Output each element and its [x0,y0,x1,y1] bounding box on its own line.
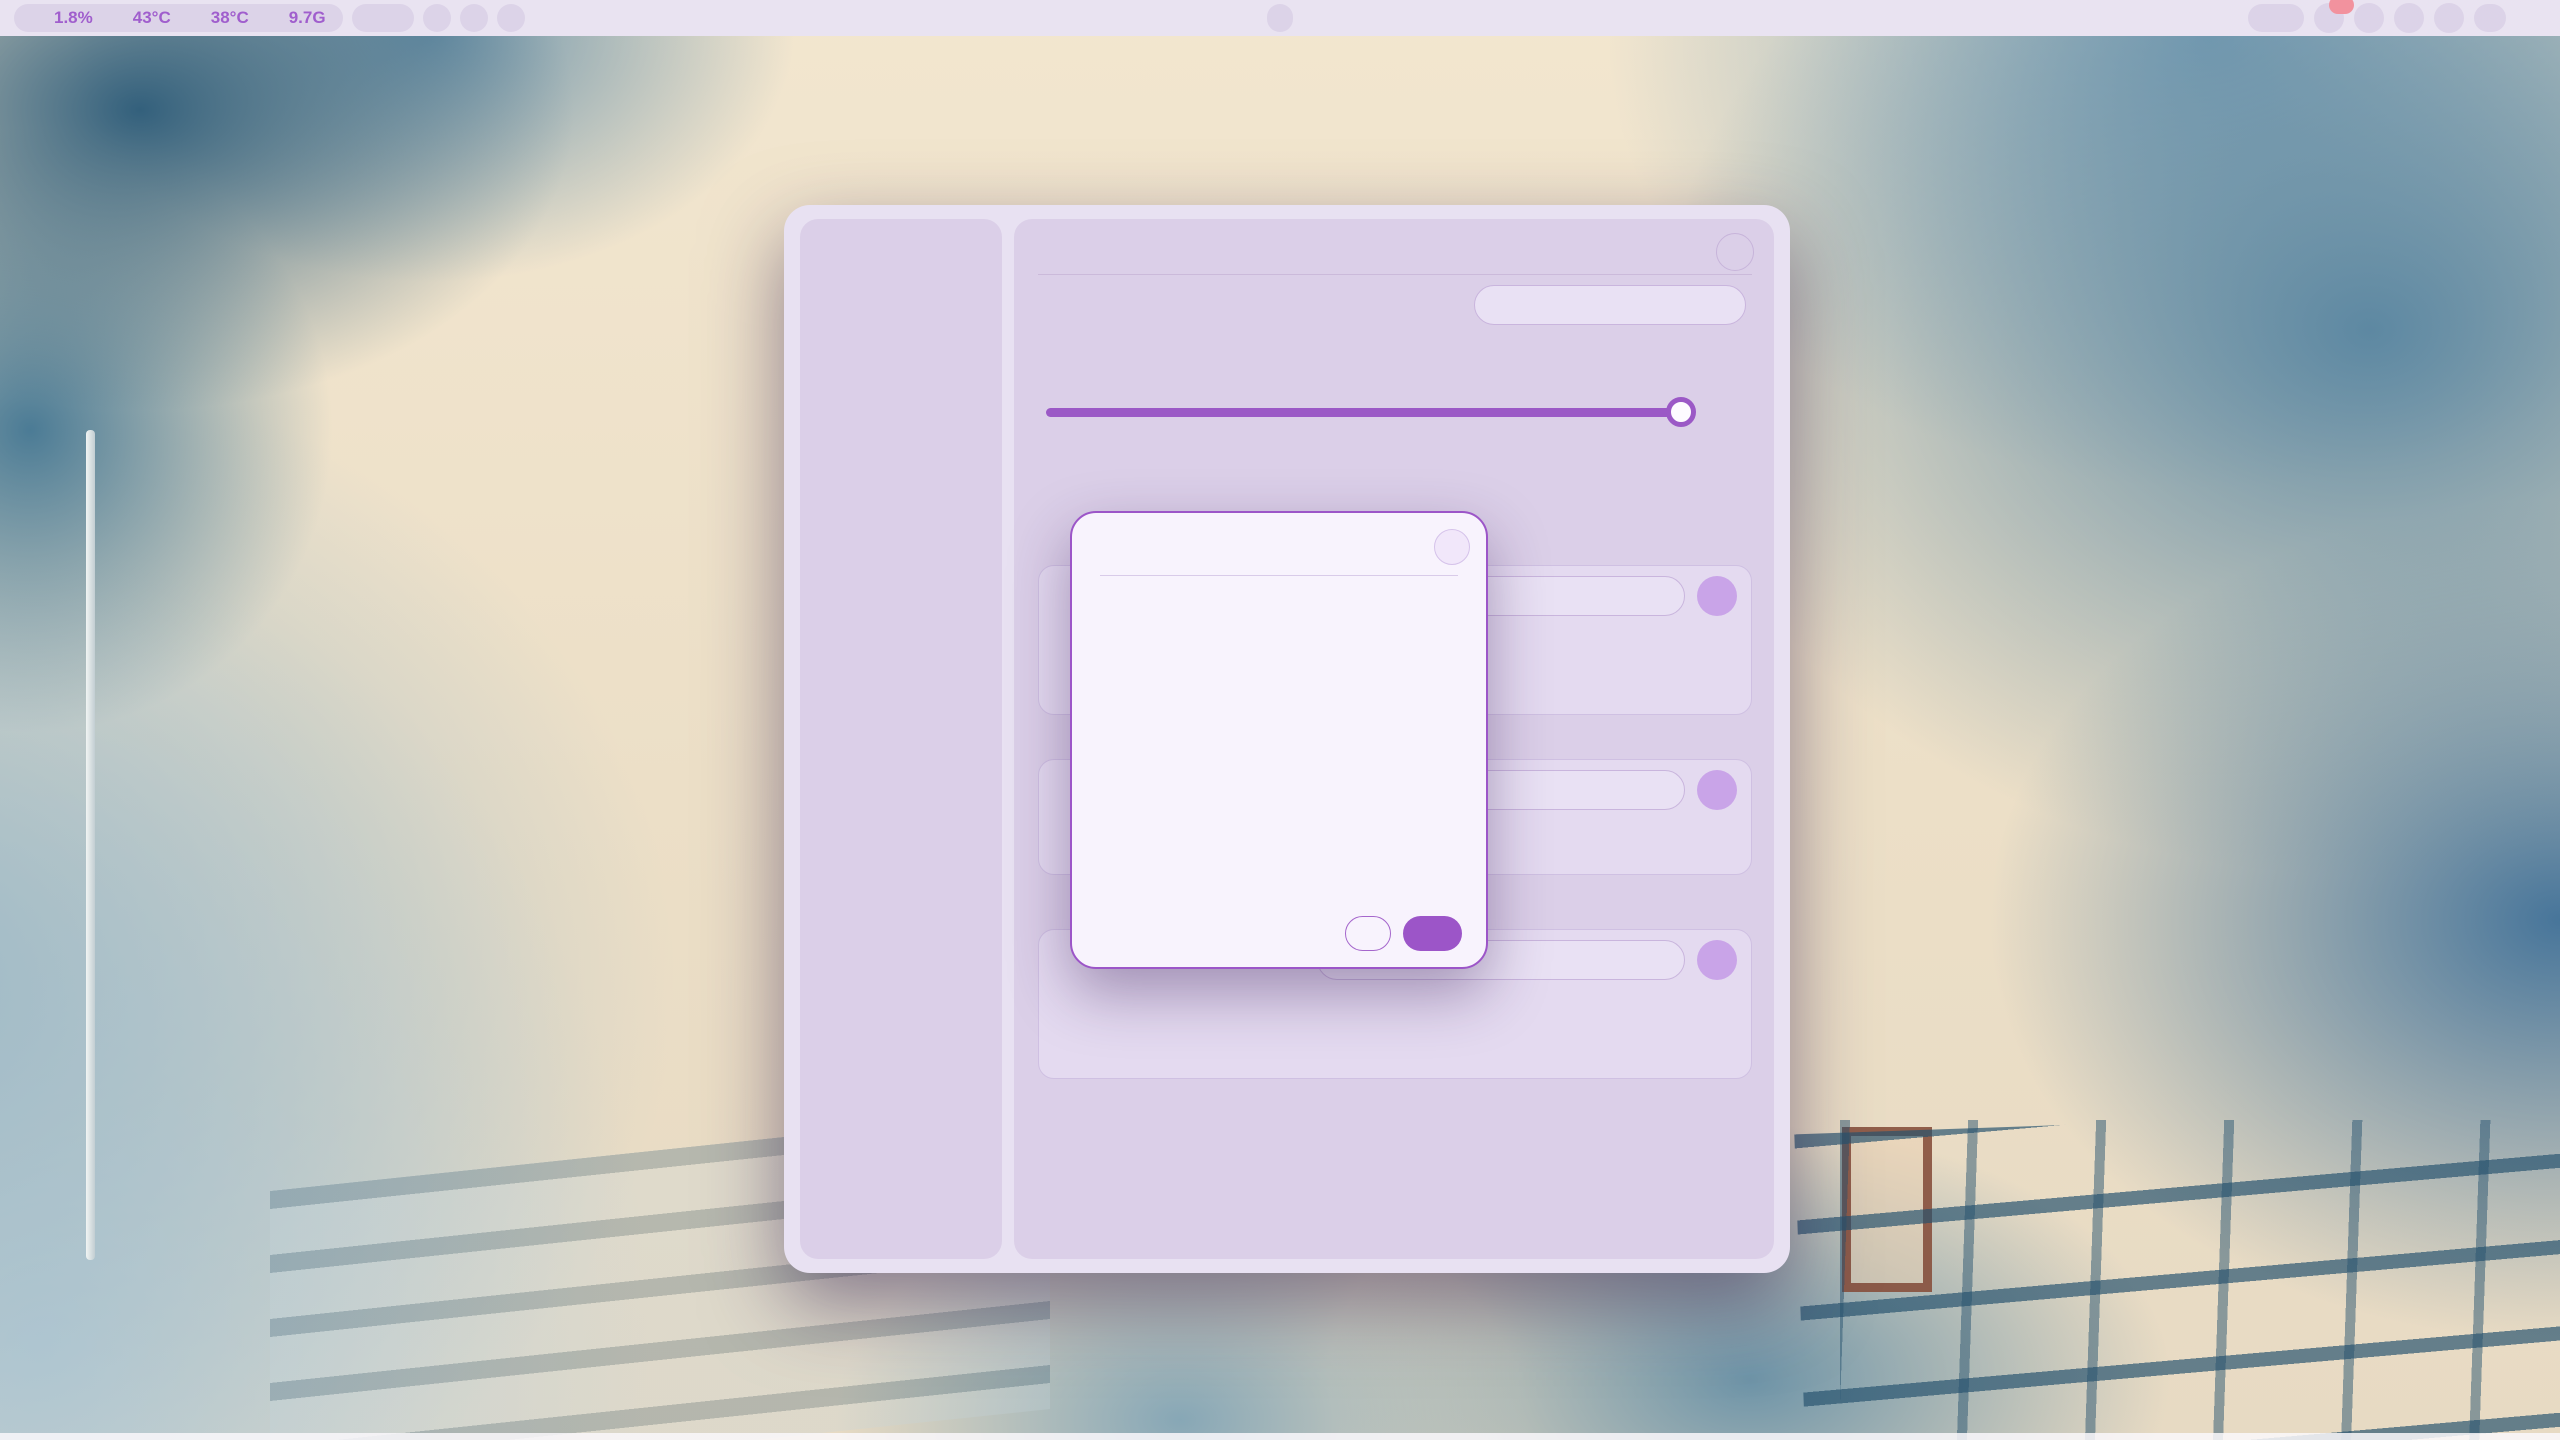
gauge-icon [31,10,48,27]
stat: 38°C [188,8,249,28]
flame-icon [110,10,127,27]
page-header [1038,231,1076,257]
monitor-icon [188,10,205,27]
header-divider [1038,274,1752,275]
apps-grid-icon [2521,7,2542,28]
wallpaper-railing-posts [1840,1120,2560,1440]
close-icon [1727,244,1744,261]
modal-close-button[interactable] [1434,529,1470,565]
top-bar-right [2248,3,2546,33]
quick-button[interactable] [423,4,451,32]
desktop: 1.8% 43°C 38°C 9.7G [0,0,2560,1440]
plus-icon [1706,585,1728,607]
widget-row [1055,1032,1737,1068]
workspace-indicator[interactable] [1267,4,1293,32]
mic-muted-icon [2268,10,2285,27]
slider-thumb[interactable] [1666,397,1696,427]
sun-icon [2400,9,2418,27]
sidebar [800,219,1002,1259]
stat-value: 1.8% [54,8,93,28]
ghost-icon [429,10,445,26]
heart-icon [466,10,482,26]
cancel-button[interactable] [1345,916,1391,951]
apply-button[interactable] [1403,916,1462,951]
plus-icon [1706,779,1728,801]
heart-icon [503,10,519,26]
stat: 43°C [110,8,171,28]
background-opacity-row [1046,395,1752,429]
top-bar-left: 1.8% 43°C 38°C 9.7G [14,4,525,32]
top-bar-center [1267,4,1293,32]
quick-button[interactable] [460,4,488,32]
chevron-down-icon [1652,587,1670,605]
plus-icon [1706,949,1728,971]
mic-muted-pill[interactable] [2248,4,2304,32]
chip-icon [266,10,283,27]
close-icon [1445,540,1460,555]
volume-icon [2360,9,2378,27]
media-player-pill[interactable] [352,4,414,32]
stat-value: 38°C [211,8,249,28]
add-widget-button-left[interactable] [1697,576,1737,616]
clock[interactable] [2474,4,2506,32]
modal-footer [1345,916,1462,951]
screen-bottom-strip [0,1433,2560,1440]
pause-icon[interactable] [370,10,386,26]
modal-divider [1100,575,1458,576]
widget-row [1055,988,1737,1024]
top-bar: 1.8% 43°C 38°C 9.7G [0,0,2560,36]
brightness-button[interactable] [2394,3,2424,33]
volume-button[interactable] [2354,3,2384,33]
notifications-button[interactable] [2314,3,2344,33]
stat-value: 9.7G [289,8,326,28]
night-light-button[interactable] [2434,3,2464,33]
quick-button[interactable] [497,4,525,32]
add-widget-button-right[interactable] [1697,940,1737,980]
system-stats-pill[interactable]: 1.8% 43°C 38°C 9.7G [14,4,343,32]
moon-off-icon [2440,9,2458,27]
bar-position-select[interactable] [1474,285,1746,325]
notification-badge [2329,0,2354,14]
add-widget-button-center[interactable] [1697,770,1737,810]
systemmonitor-settings-modal [1070,511,1488,969]
stat: 9.7G [266,8,326,28]
check-icon [1421,926,1436,941]
wallpaper-lamp-post [86,430,95,1260]
chevron-down-icon [1652,781,1670,799]
stat: 1.8% [31,8,93,28]
apps-grid-button[interactable] [2516,3,2546,33]
background-opacity-slider[interactable] [1046,408,1692,417]
quick-buttons [423,4,525,32]
chevron-down-icon [1711,296,1729,314]
window-close-button[interactable] [1716,233,1754,271]
bar-pill-icon [1038,231,1064,257]
stat-value: 43°C [133,8,171,28]
chevron-down-icon [1652,951,1670,969]
